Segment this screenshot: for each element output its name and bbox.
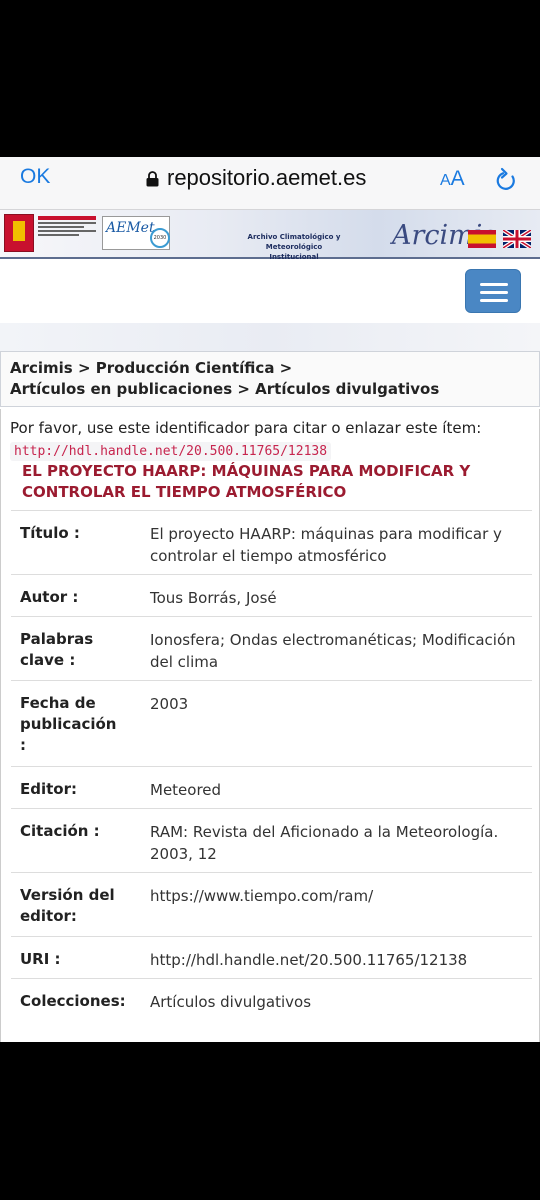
page-content: Arcimis > Producción Científica > Artícu… [0, 351, 540, 1042]
field-value[interactable]: http://hdl.handle.net/20.500.11765/12138 [150, 949, 530, 971]
field-label: Palabras clave : [20, 630, 94, 669]
hamburger-icon-bar [480, 283, 508, 286]
field-label: Autor : [20, 588, 79, 606]
item-title-line2: CONTROLAR EL TIEMPO ATMOSFÉRICO [22, 483, 347, 501]
field-label: URI : [20, 950, 61, 968]
field-label: Fecha de publicación: [20, 694, 117, 754]
field-value[interactable]: Artículos divulgativos [150, 991, 530, 1013]
field-value: RAM: Revista del Aficionado a la Meteoro… [150, 823, 499, 863]
lock-icon [146, 171, 159, 187]
breadcrumb-line-2[interactable]: Artículos en publicaciones > Artículos d… [10, 380, 439, 398]
field-label: Colecciones: [20, 992, 126, 1010]
field-value[interactable]: Ionosfera; Ondas electromanéticas; Modif… [150, 629, 530, 673]
breadcrumb: Arcimis > Producción Científica > Artícu… [0, 351, 540, 407]
hamburger-icon-bar [480, 291, 508, 294]
table-row: Versión del editor: https://www.tiempo.co… [11, 872, 532, 936]
aemet-logo-text: AEMet [106, 220, 155, 236]
table-row: Título : El proyecto HAARP: máquinas par… [11, 510, 532, 574]
field-value[interactable]: https://www.tiempo.com/ram/ [150, 885, 530, 907]
header-separator [0, 323, 540, 351]
url-text: repositorio.aemet.es [167, 165, 367, 190]
field-value: El proyecto HAARP: máquinas para modific… [150, 525, 502, 565]
archive-caption: Archivo Climatológico y Meteorológico In… [240, 232, 348, 262]
text-size-small-label: A [440, 172, 451, 189]
english-flag-icon[interactable] [503, 230, 531, 248]
table-row: Citación : RAM: Revista del Aficionado a… [11, 808, 532, 872]
field-value: 2003 [150, 695, 189, 713]
table-row: Editor: Meteored [11, 766, 532, 808]
spanish-flag-icon[interactable] [468, 230, 496, 248]
cite-instruction: Por favor, use este identificador para c… [10, 419, 482, 437]
table-row: Palabras clave : Ionosfera; Ondas electro… [11, 616, 532, 680]
hamburger-icon-bar [480, 299, 508, 302]
table-row: Fecha de publicación: 2003 [11, 680, 532, 766]
url-field[interactable]: repositorio.aemet.es [146, 165, 366, 191]
field-value: Meteored [150, 781, 222, 799]
table-row: Autor : Tous Borrás, José [11, 574, 532, 616]
item-title: EL PROYECTO HAARP: MÁQUINAS PARA MODIFIC… [22, 461, 502, 503]
menu-toggle-button[interactable] [465, 269, 521, 313]
field-label: Citación : [20, 822, 100, 840]
item-title-line1: EL PROYECTO HAARP: MÁQUINAS PARA MODIFIC… [22, 462, 471, 480]
agenda-2030-logo: 2030 [150, 228, 170, 248]
archive-caption-line1: Archivo Climatológico y [247, 233, 341, 241]
text-size-large-label: A [450, 167, 465, 190]
field-label: Versión del editor: [20, 886, 115, 925]
bottom-black-area [0, 1042, 540, 1200]
item-record: Por favor, use este identificador para c… [0, 409, 540, 1042]
top-black-area [0, 0, 540, 157]
ok-button[interactable]: OK [20, 165, 50, 189]
field-label: Título : [20, 524, 80, 542]
table-row: Colecciones: Artículos divulgativos [11, 978, 532, 1020]
table-row: URI : http://hdl.handle.net/20.500.11765… [11, 936, 532, 978]
spain-coat-of-arms-logo [4, 214, 34, 252]
navbar [0, 259, 540, 323]
field-label: Editor: [20, 780, 77, 798]
text-size-button[interactable]: AA [440, 167, 465, 191]
reload-icon[interactable] [494, 167, 518, 193]
browser-address-bar: OK repositorio.aemet.es AA [0, 157, 540, 210]
field-value[interactable]: Tous Borrás, José [150, 587, 530, 609]
handle-link[interactable]: http://hdl.handle.net/20.500.11765/12138 [10, 442, 332, 461]
breadcrumb-line-1[interactable]: Arcimis > Producción Científica > [10, 359, 292, 377]
government-logo-text [38, 216, 96, 236]
site-banner: AEMet 2030 Archivo Climatológico y Meteo… [0, 210, 540, 262]
